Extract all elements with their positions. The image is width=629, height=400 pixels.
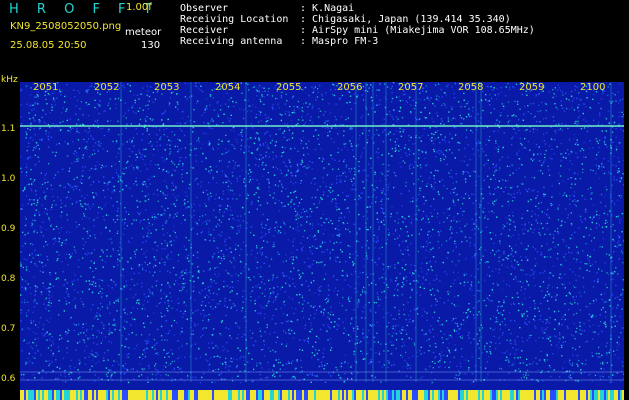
frequency-axis	[0, 74, 20, 400]
count-value: 130	[141, 40, 161, 51]
waterfall-spectrogram	[20, 82, 624, 400]
time-label: 2051	[33, 82, 59, 93]
meta-key-antenna: Receiving antenna	[180, 36, 283, 47]
time-label: 2056	[337, 82, 363, 93]
detection-mode: meteor	[125, 27, 162, 38]
file-name: KN9_2508052050.png	[10, 21, 122, 32]
signal-bar	[20, 390, 624, 400]
freq-label: 1.1	[1, 124, 16, 134]
freq-label: 0.8	[1, 274, 16, 284]
meta-value-antenna: : Maspro FM-3	[300, 36, 379, 47]
meta-value-receiver: : AirSpy mini (Miakejima VOR 108.65MHz)	[300, 25, 535, 36]
app-version: 1.00f	[126, 2, 152, 13]
right-edge	[624, 74, 629, 400]
header-panel: H R O F F T 1.00f KN9_2508052050.png met…	[0, 0, 629, 74]
time-label: 2057	[398, 82, 424, 93]
frequency-unit-label: kHz	[1, 75, 18, 85]
time-label: 2058	[458, 82, 484, 93]
time-label: 2054	[215, 82, 241, 93]
timestamp: 25.08.05 20:50	[10, 40, 87, 51]
time-label: 2100	[580, 82, 606, 93]
time-label: 2055	[276, 82, 302, 93]
meta-value-observer: : K.Nagai	[300, 3, 355, 14]
time-label: 2059	[519, 82, 545, 93]
spectrogram-canvas	[20, 82, 624, 400]
time-label: 2052	[94, 82, 120, 93]
freq-label: 0.9	[1, 224, 16, 234]
freq-label: 1.0	[1, 174, 16, 184]
meta-key-receiver: Receiver	[180, 25, 229, 36]
time-label: 2053	[154, 82, 180, 93]
meta-value-location: : Chigasaki, Japan (139.414 35.340)	[300, 14, 511, 25]
freq-label: 0.7	[1, 324, 16, 334]
freq-label: 0.6	[1, 374, 16, 384]
meta-key-location: Receiving Location	[180, 14, 289, 25]
meta-key-observer: Observer	[180, 3, 229, 14]
